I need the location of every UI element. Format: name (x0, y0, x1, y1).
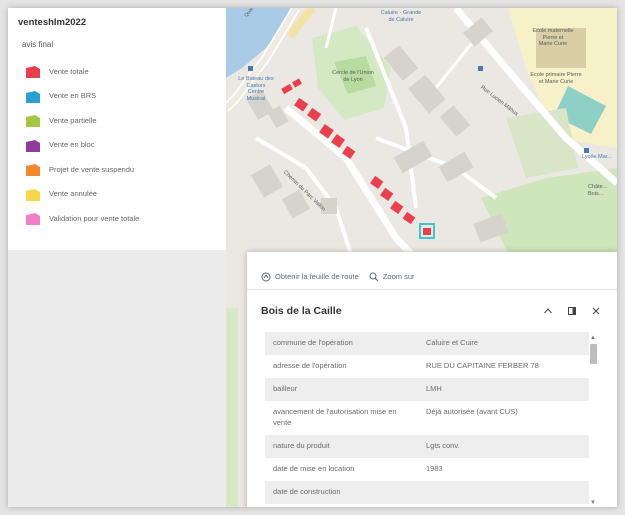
legend-item: Projet de vente suspendu (18, 157, 216, 182)
legend-item: Vente partielle (18, 108, 216, 133)
legend-item: Vente en bloc (18, 133, 216, 158)
legend-label: Projet de vente suspendu (49, 164, 135, 174)
dock-button[interactable] (565, 304, 579, 318)
attribute-key: date de construction (265, 481, 418, 504)
close-button[interactable] (589, 304, 603, 318)
feature-popup: Obtenir la feuille de route Zoom sur Boi… (247, 252, 617, 507)
legend-swatch (26, 212, 40, 226)
attribute-value: 1983 (426, 464, 443, 473)
legend-field-name: avis final (22, 40, 54, 49)
app-window: venteshlm2022 avis final Vente totale Ven… (8, 8, 617, 507)
legend-item: Vente annulée (18, 182, 216, 207)
legend-item: Vente en BRS (18, 84, 216, 109)
table-row: commune de l'opération Caluire et Cuire (265, 332, 589, 355)
legend-label: Vente en BRS (49, 91, 97, 101)
attribute-value: RUE DU CAPITAINE FERBER 78 (426, 361, 539, 370)
popup-title: Bois de la Caille (261, 305, 342, 317)
left-empty-area (8, 250, 226, 507)
dock-icon (568, 307, 576, 315)
attribute-key: bailleur (265, 378, 418, 401)
map-label-lycee: Lycée Mar... (582, 154, 612, 160)
attribute-table: commune de l'opération Caluire et Cuire ad… (265, 332, 589, 504)
legend-label: Vente en bloc (49, 140, 95, 150)
attribute-value: Lgts conv. (418, 435, 589, 458)
attribute-key: date de mise en location (273, 464, 355, 473)
legend-item: Vente totale (18, 59, 216, 84)
map-label-ecole-maternelle: Ecole maternelle Pierre et Marie Curie (532, 28, 574, 48)
attribute-key: nature du produit (265, 435, 418, 458)
legend-swatch (26, 65, 40, 79)
zoom-action[interactable]: Zoom sur (369, 272, 415, 282)
map-label-bateau: Le Bateau des Castors Centre Musical (238, 76, 274, 102)
legend-swatch (26, 188, 40, 201)
attribute-value: Déjà autorisée (avant CUS) (426, 407, 518, 416)
route-icon (261, 272, 271, 281)
attribute-value (418, 481, 589, 504)
zoom-action-label: Zoom sur (382, 272, 415, 281)
legend-swatch (26, 114, 40, 128)
table-row: adresse de l'opération RUE DU CAPITAINE F… (265, 355, 589, 378)
attribute-value: Caluire et Cuire (418, 332, 589, 355)
legend-swatch (26, 90, 40, 103)
attribute-key: commune de l'opération (265, 332, 418, 355)
legend-item: Validation pour vente totale (18, 206, 216, 231)
attribute-key: adresse de l'opération (273, 361, 347, 370)
attribute-key: avancement de l'autorisation mise en ven… (273, 407, 397, 427)
legend-label: Vente totale (49, 66, 89, 76)
attribute-value: LMH (418, 378, 589, 401)
legend-panel: venteshlm2022 avis final Vente totale Ven… (8, 8, 226, 250)
attribute-table-container[interactable]: commune de l'opération Caluire et Cuire ad… (265, 332, 589, 507)
map-label-caluire: Caluire - Grande de Caluire (380, 10, 422, 23)
table-row: date de construction (265, 481, 589, 504)
table-row: bailleur LMH (265, 378, 589, 401)
zoom-icon (369, 272, 379, 281)
legend-items: Vente totale Vente en BRS Vente partielle V… (18, 59, 216, 231)
map-label-chateau: Châte... Bois... (588, 184, 608, 197)
scroll-down-icon[interactable]: ▼ (589, 499, 597, 507)
table-row: avancement de l'autorisation mise en ven… (265, 401, 589, 435)
table-row: nature du produit Lgts conv. (265, 435, 589, 458)
popup-header: Bois de la Caille (247, 290, 617, 326)
popup-scrollbar[interactable]: ▲ ▼ (589, 334, 597, 507)
legend-label: Vente partielle (49, 115, 97, 125)
map-label-ecole-primaire: Ecole primaire Pierre et Marie Curie (530, 72, 582, 85)
scroll-thumb[interactable] (589, 344, 597, 364)
route-action[interactable]: Obtenir la feuille de route (261, 272, 359, 282)
scroll-up-icon[interactable]: ▲ (589, 334, 597, 342)
legend-label: Vente annulée (49, 189, 97, 199)
route-action-label: Obtenir la feuille de route (275, 272, 359, 281)
legend-swatch (26, 163, 40, 177)
close-icon (592, 307, 600, 315)
collapse-button[interactable] (541, 304, 555, 318)
legend-layer-title: venteshlm2022 (18, 17, 87, 28)
popup-actions: Obtenir la feuille de route Zoom sur (247, 252, 617, 290)
legend-swatch (26, 139, 40, 152)
map-label-centre-lyon: Cercle de l'Union de Lyon (332, 70, 374, 83)
table-row: date de mise en location 1983 (265, 458, 589, 481)
chevron-up-icon (544, 308, 552, 314)
legend-label: Validation pour vente totale (49, 213, 140, 223)
